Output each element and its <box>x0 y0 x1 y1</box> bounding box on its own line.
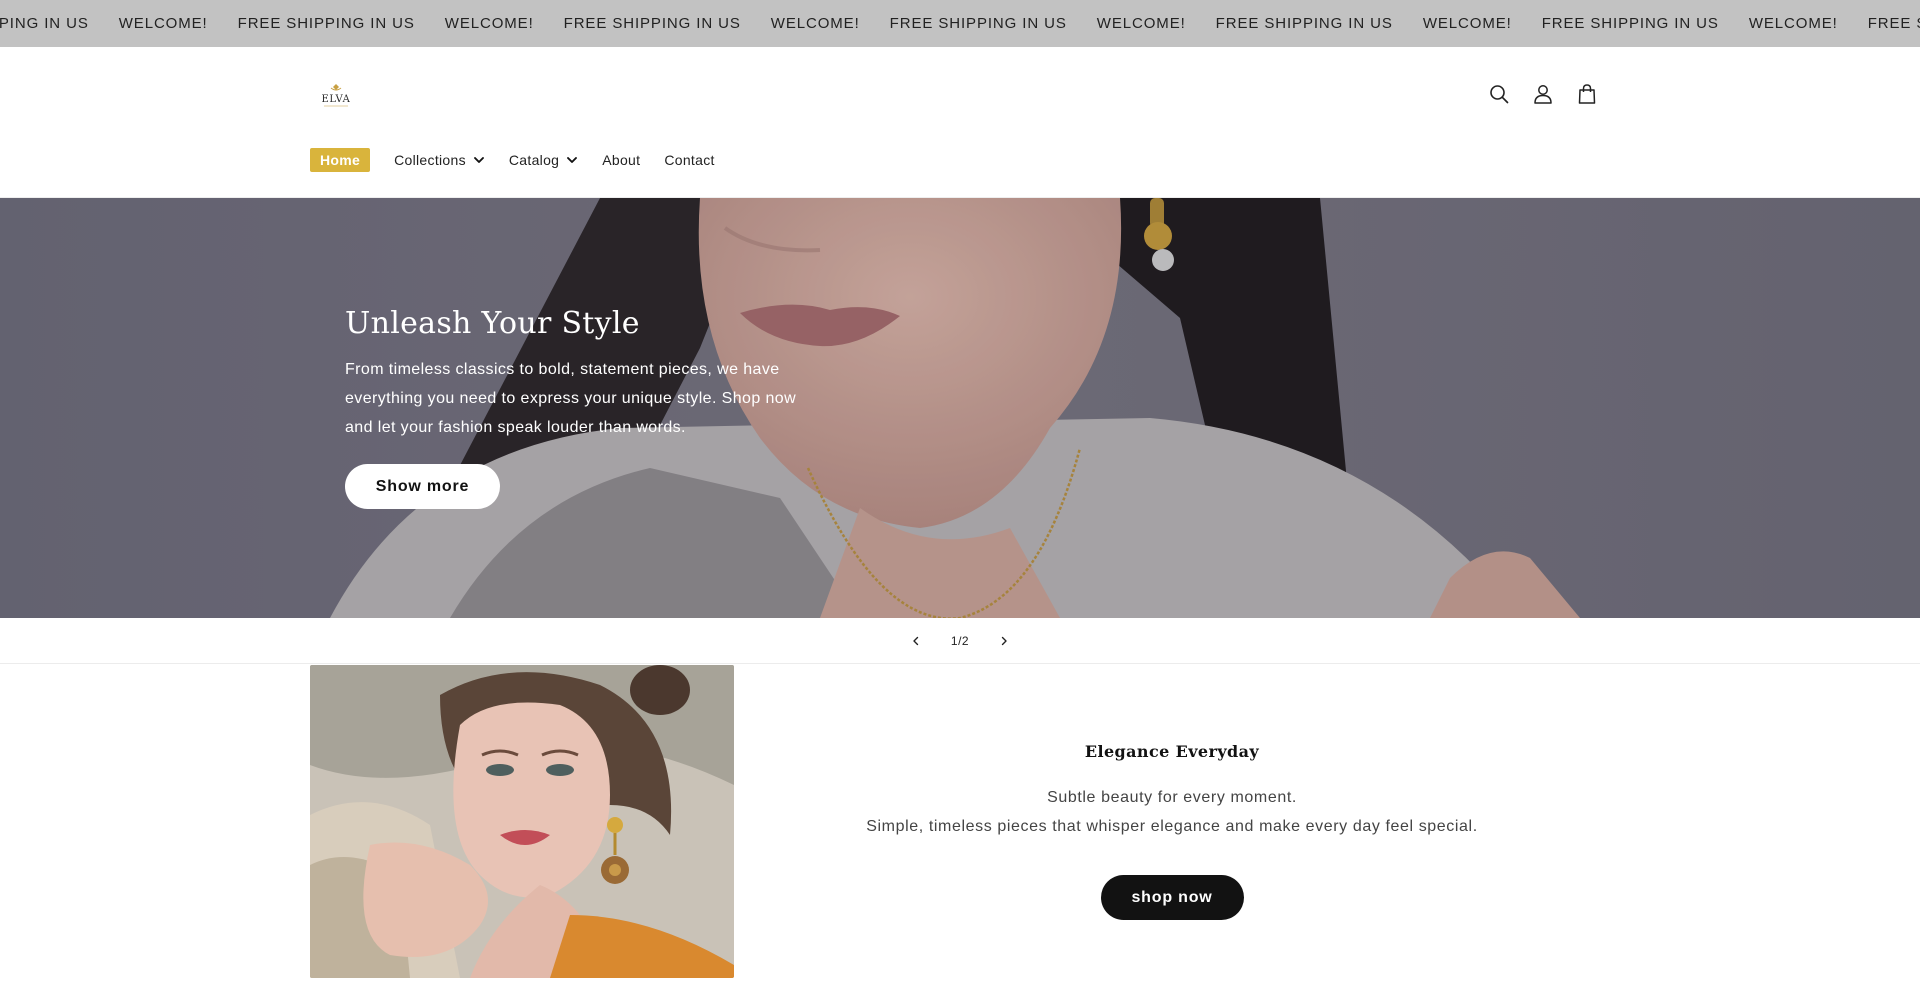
chevron-right-icon <box>1001 636 1007 645</box>
feature-description: Simple, timeless pieces that whisper ele… <box>866 818 1478 835</box>
show-more-button[interactable]: Show more <box>345 464 500 509</box>
hero-text: From timeless classics to bold, statemen… <box>345 361 797 436</box>
hero-content: Unleash Your Style From timeless classic… <box>345 306 825 509</box>
announcement-item: WELCOME! <box>770 15 860 32</box>
image-with-text: Elegance Everyday Subtle beauty for ever… <box>0 664 1920 993</box>
chevron-down-icon <box>567 157 578 163</box>
announcement-item: WELCOME! <box>1422 15 1512 32</box>
chevron-left-icon <box>913 636 919 645</box>
feature-text: Elegance Everyday Subtle beauty for ever… <box>820 742 1524 920</box>
nav-item-catalog[interactable]: Catalog <box>509 148 578 172</box>
slider-controls: 1/2 <box>0 618 1920 664</box>
nav-item-collections[interactable]: Collections <box>394 148 485 172</box>
slide-counter: 1/2 <box>950 633 970 648</box>
nav-item-label: Catalog <box>508 152 560 168</box>
next-slide-button[interactable] <box>982 619 1026 663</box>
cart-icon[interactable] <box>1576 83 1598 105</box>
main-nav: Home Collections Catalog About Contact <box>310 148 739 172</box>
feature-title: Elegance Everyday <box>1084 742 1260 761</box>
nav-item-about[interactable]: About <box>602 148 640 172</box>
announcement-track: PPING IN US WELCOME! FREE SHIPPING IN US… <box>0 0 1920 47</box>
announcement-item: WELCOME! <box>118 15 208 32</box>
search-icon[interactable] <box>1488 83 1510 105</box>
announcement-item: FREE SHIPPING IN US <box>563 15 741 32</box>
announcement-item: FREE SHIPPING IN US <box>1541 15 1719 32</box>
feature-image <box>310 665 734 978</box>
hero-slideshow: Unleash Your Style From timeless classic… <box>0 198 1920 618</box>
logo-mark: ELVA <box>322 84 351 107</box>
nav-item-contact[interactable]: Contact <box>664 148 714 172</box>
previous-slide-button[interactable] <box>894 619 938 663</box>
announcement-item: WELCOME! <box>1096 15 1186 32</box>
logo-text: ELVA <box>322 94 351 105</box>
account-icon[interactable] <box>1532 83 1554 105</box>
hero-overlay <box>0 198 1920 618</box>
announcement-item: WELCOME! <box>444 15 534 32</box>
announcement-item: FREE SHIPPING IN US <box>1215 15 1393 32</box>
announcement-item: FREE SHIPPING IN US <box>237 15 415 32</box>
model-portrait <box>310 665 734 978</box>
announcement-item: PPING IN US <box>0 15 89 32</box>
nav-item-label: Collections <box>394 152 466 168</box>
announcement-item: FREE SHIPP <box>1867 15 1920 32</box>
nav-item-home[interactable]: Home <box>310 148 371 172</box>
chevron-down-icon <box>473 157 484 163</box>
site-header: ELVA Home Collections Catalog About Cont… <box>0 47 1920 198</box>
shop-now-button[interactable]: shop now <box>1100 875 1244 920</box>
announcement-item: WELCOME! <box>1748 15 1838 32</box>
announcement-item: FREE SHIPPING IN US <box>889 15 1067 32</box>
header-icons <box>1488 83 1598 105</box>
hero-title: Unleash Your Style <box>345 306 640 341</box>
feature-subtitle: Subtle beauty for every moment. <box>1047 789 1297 806</box>
store-logo[interactable]: ELVA <box>316 83 356 109</box>
announcement-bar: PPING IN US WELCOME! FREE SHIPPING IN US… <box>0 0 1920 47</box>
